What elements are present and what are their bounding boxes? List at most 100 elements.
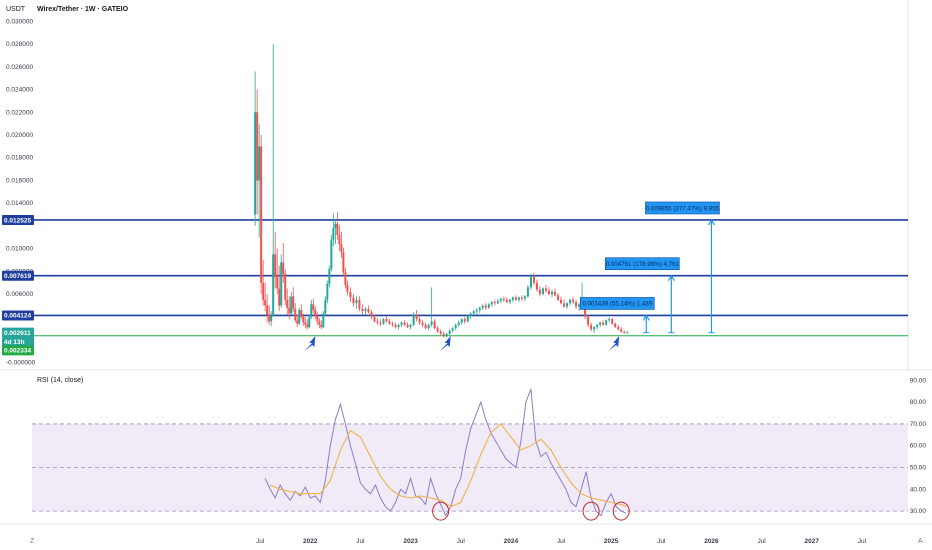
candle-body [412, 314, 415, 325]
rsi-tick-label: 50.00 [910, 465, 927, 472]
candle-body [282, 262, 285, 274]
candle-body [268, 314, 271, 322]
candle-body [427, 324, 430, 329]
time-axis-label: Jul [557, 538, 566, 545]
candle-body [391, 323, 394, 325]
candle-body [276, 277, 279, 289]
candle-body [454, 324, 457, 329]
candle-body [602, 322, 605, 325]
candle-body [266, 305, 269, 315]
candle-body [578, 304, 581, 307]
pointer-arrow-icon [608, 336, 620, 351]
candle-body [258, 146, 261, 181]
candle-body [448, 330, 451, 334]
price-tick-label: 0.014000 [6, 200, 33, 207]
candle-body [338, 235, 341, 245]
candle-body [523, 296, 526, 299]
candle-body [262, 282, 265, 300]
candle-body [445, 333, 448, 337]
candle-body [593, 327, 596, 330]
candle-body [599, 322, 602, 325]
candle-body [541, 288, 544, 295]
candle-body [442, 333, 445, 337]
candle-body [614, 323, 617, 328]
chart-canvas[interactable]: 0.030000 0.028000 0.026000 0.024000 0.022000… [0, 0, 932, 550]
candle-body [290, 296, 293, 314]
time-axis-label: Jul [757, 538, 766, 545]
candle-body [284, 273, 287, 300]
price-tag-label: 0.002611 [4, 330, 31, 337]
candle-body [294, 308, 297, 321]
price-tag-label: 0.002334 [4, 348, 31, 355]
measure-label: 0.001439 (55.14%) 1,439 [582, 301, 652, 308]
candle-body [361, 308, 364, 312]
price-tick-label: 0.006000 [6, 291, 33, 298]
time-axis-label: 2026 [704, 538, 719, 545]
candle-body [626, 332, 629, 334]
price-tick-label: 0.026000 [6, 64, 33, 71]
candle-body [318, 321, 321, 325]
candle-body [484, 305, 487, 308]
candle-body [517, 297, 520, 300]
candle-body [544, 288, 547, 291]
candle-body [292, 296, 295, 309]
price-tick-label: 0.010000 [6, 246, 33, 253]
price-tick-label: 0.016000 [6, 177, 33, 184]
rsi-tick-label: 80.00 [910, 399, 927, 406]
candle-body [382, 319, 385, 324]
candle-body [547, 290, 550, 295]
candle-body [280, 262, 283, 306]
candle-body [270, 315, 273, 322]
candle-body [256, 112, 259, 181]
candle-body [563, 303, 566, 307]
candle-body [367, 308, 370, 313]
candle-body [605, 320, 608, 325]
candle-body [436, 328, 439, 332]
candle-body [475, 310, 478, 312]
candle-body [320, 324, 323, 328]
time-axis-label: 2023 [403, 538, 418, 545]
candle-body [421, 322, 424, 325]
time-axis-label: Jul [256, 538, 265, 545]
candle-body [385, 319, 388, 322]
price-tick-label: -0.000000 [6, 359, 36, 366]
price-tick-label: 0.022000 [6, 109, 33, 116]
price-tag-label: 0.004124 [4, 313, 31, 320]
rsi-tick-label: 30.00 [910, 508, 927, 515]
candle-body [508, 299, 511, 303]
price-tick-label: 0.018000 [6, 155, 33, 162]
candle-body [403, 322, 406, 325]
candle-body [469, 313, 472, 316]
candle-body [358, 299, 361, 309]
candle-body [439, 331, 442, 334]
pointer-arrow-icon [304, 336, 316, 351]
candle-body [620, 329, 623, 332]
candle-body [608, 319, 611, 321]
candle-body [312, 304, 315, 311]
candle-body [272, 254, 275, 316]
candle-body [322, 313, 325, 328]
candle-body [352, 297, 355, 304]
candle-body [511, 297, 514, 300]
candle-body [493, 302, 496, 304]
candle-body [430, 321, 433, 325]
time-axis-label: 2022 [303, 538, 318, 545]
candle-body [342, 252, 345, 273]
rsi-tick-label: 60.00 [910, 443, 927, 450]
candle-body [520, 297, 523, 299]
price-tick-label: 0.028000 [6, 41, 33, 48]
candle-body [557, 295, 560, 300]
candle-body [590, 324, 593, 330]
candle-body [481, 305, 484, 308]
candle-body [496, 300, 499, 304]
candle-body [460, 319, 463, 323]
candle-body [300, 310, 303, 317]
price-tick-label: 0.030000 [6, 18, 33, 25]
time-axis-label: 2027 [805, 538, 820, 545]
candle-body [310, 304, 313, 317]
candle-body [314, 310, 317, 316]
candle-body [340, 244, 343, 253]
rsi-tick-label: 70.00 [910, 421, 927, 428]
candle-body [572, 299, 575, 303]
candle-body [487, 304, 490, 308]
